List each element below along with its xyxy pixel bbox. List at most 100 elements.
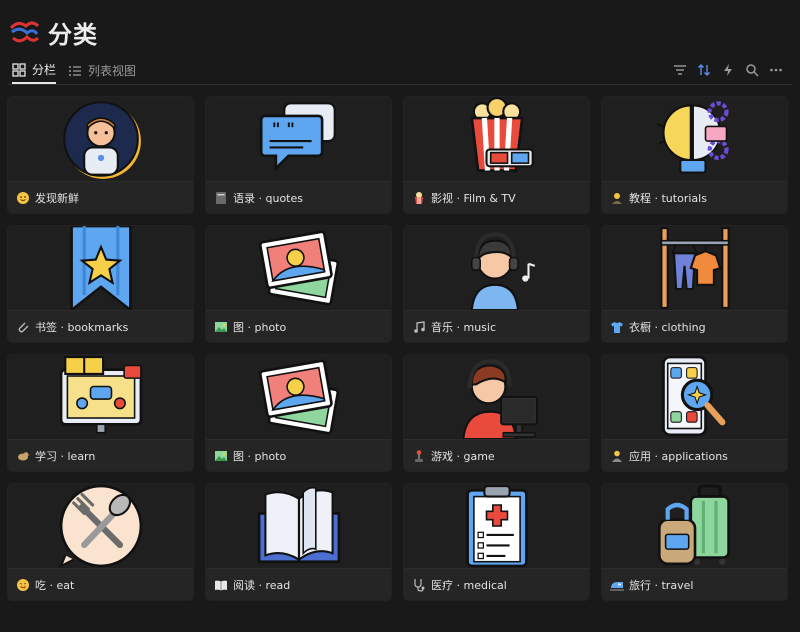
card-cover [8,226,193,310]
popcorn-icon [469,97,534,172]
train-icon [610,582,624,591]
card-title: 游戏 · game [404,439,589,471]
more-icon [770,68,782,72]
card-title: 应用 · applications [602,439,787,471]
card-title-text: 影视 · Film & TV [431,192,516,205]
gallery-card[interactable]: 医疗 · medical [404,484,589,600]
stethoscope-icon [414,579,425,592]
gallery-card[interactable]: 影视 · Film & TV [404,97,589,213]
card-cover: " " [206,97,391,181]
popcorn-small-icon [415,192,423,204]
gallery-card[interactable]: 学习 · learn [8,355,193,471]
card-cover [404,355,589,439]
lightning-icon [724,64,732,76]
search-icon [746,64,759,77]
list-icon [69,65,81,76]
page-title-icon[interactable] [8,16,40,48]
tab-list-view[interactable]: 列表视图 [68,57,136,84]
photos-icon [258,230,339,306]
card-title: 教程 · tutorials [602,181,787,213]
card-cover [602,97,787,181]
page-title: 分类 [48,20,98,49]
svg-text:" ": " " [271,119,294,139]
gallery-card[interactable]: 书签 · bookmarks [8,226,193,342]
card-cover [8,97,193,181]
open-book-icon [257,486,340,564]
view-tabs-bar: 分栏 列表视图 [8,54,792,85]
tab-label: 列表视图 [88,64,137,78]
card-title-text: 衣橱 · clothing [629,321,706,334]
card-title: 医疗 · medical [404,568,589,600]
paperclip-icon [18,322,29,333]
book-icon [215,580,227,591]
automation-button[interactable] [716,60,740,80]
card-cover [404,484,589,568]
card-cover [404,97,589,181]
card-title: 旅行 · travel [602,568,787,600]
card-title: 发现新鲜 [8,181,193,213]
card-title-text: 阅读 · read [233,579,291,592]
gallery-card[interactable]: 发现新鲜 [8,97,193,213]
card-title-text: 应用 · applications [629,450,728,463]
card-cover [206,355,391,439]
more-button[interactable] [764,60,788,80]
card-title: 学习 · learn [8,439,193,471]
filter-icon [674,65,686,75]
sort-button[interactable] [692,60,716,80]
tab-gallery[interactable]: 分栏 [12,57,57,84]
bird-icon [18,452,30,461]
grid-icon [12,62,26,77]
card-cover [206,226,391,310]
card-title-text: 学习 · learn [35,450,96,463]
card-title: 图 · photo [206,439,391,471]
search-button[interactable] [740,60,764,80]
headphones-girl-icon [470,232,535,310]
luggage-icon [657,484,730,566]
card-cover [602,355,787,439]
card-title-text: 书签 · bookmarks [35,321,129,334]
gallery-card[interactable]: 衣橱 · clothing [602,226,787,342]
card-title-text: 游戏 · game [431,450,495,463]
gallery-card[interactable]: 吃 · eat [8,484,193,600]
card-cover [8,484,193,568]
gallery-card[interactable]: 应用 · applications [602,355,787,471]
card-cover [206,484,391,568]
card-title: 书签 · bookmarks [8,310,193,342]
view-toolbar [668,60,788,80]
card-cover [8,355,193,439]
filter-button[interactable] [668,60,692,80]
gallery-card[interactable]: 音乐 · music [404,226,589,342]
card-cover [602,226,787,310]
gallery-card[interactable]: 图 · photo [206,226,391,342]
picture-icon [215,451,227,461]
tab-label: 分栏 [32,63,57,77]
joystick-icon [415,450,423,462]
gallery-grid: 发现新鲜 " " 语录 · quotes 影视 · Film & TV 教程 ·… [8,97,794,601]
gallery-card[interactable]: 游戏 · game [404,355,589,471]
gallery-card[interactable]: 旅行 · travel [602,484,787,600]
fork-spoon-icon [58,484,142,568]
gallery-card[interactable]: 阅读 · read [206,484,391,600]
card-title-text: 发现新鲜 [35,192,79,205]
clothes-rack-icon [659,227,730,309]
bookmark-star-icon [69,226,132,310]
card-title: 图 · photo [206,310,391,342]
card-title: 影视 · Film & TV [404,181,589,213]
sort-icon [698,64,710,76]
card-title: 音乐 · music [404,310,589,342]
astronaut-icon [62,101,141,179]
online-class-icon [59,356,142,434]
lightbulb-gears-icon [656,101,729,174]
card-title-text: 教程 · tutorials [629,192,707,205]
card-title: 衣橱 · clothing [602,310,787,342]
card-title: 阅读 · read [206,568,391,600]
gallery-card[interactable]: " " 语录 · quotes [206,97,391,213]
yum-face-icon [17,579,29,591]
gallery-card[interactable]: 教程 · tutorials [602,97,787,213]
gallery-card[interactable]: 图 · photo [206,355,391,471]
card-title-text: 图 · photo [233,321,287,334]
chat-bubbles-icon: " " [259,102,336,172]
clipboard-medical-icon [465,485,528,568]
card-title: 吃 · eat [8,568,193,600]
card-title-text: 旅行 · travel [629,579,694,592]
